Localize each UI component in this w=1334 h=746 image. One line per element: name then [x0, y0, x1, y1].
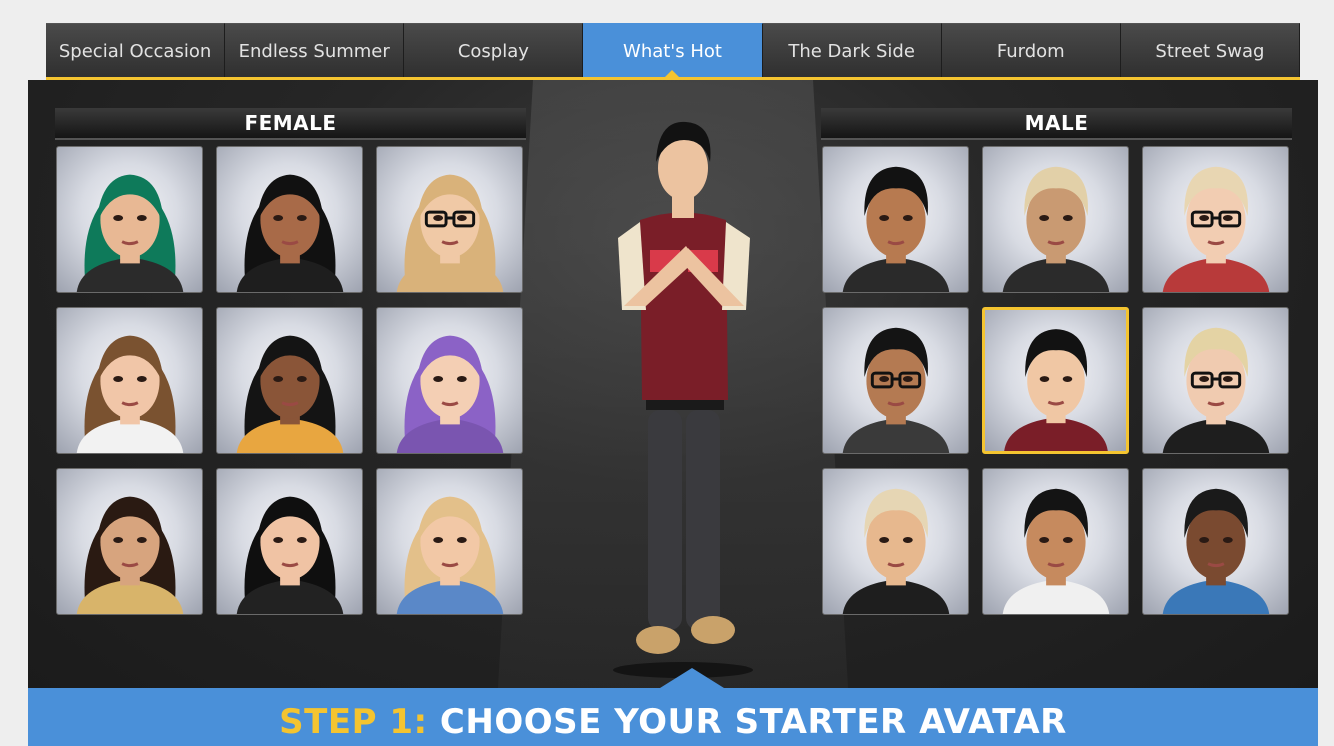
- avatar-portrait: [1162, 327, 1270, 453]
- tab-label: The Dark Side: [788, 40, 915, 62]
- female-avatar-9[interactable]: [376, 468, 523, 615]
- banner-caret: [660, 668, 724, 688]
- female-avatar-4[interactable]: [56, 307, 203, 454]
- avatar-preview-figure: [613, 121, 753, 678]
- female-avatar-1[interactable]: [56, 146, 203, 293]
- avatar-portrait: [76, 174, 184, 292]
- category-tabs: Special Occasion Endless Summer Cosplay Wha…: [46, 23, 1300, 78]
- avatar-portrait: [76, 335, 184, 453]
- avatar-preview: [588, 110, 778, 680]
- avatar-portrait: [1162, 488, 1270, 614]
- avatar-portrait: [76, 496, 184, 614]
- male-heading: MALE: [821, 108, 1292, 140]
- avatar-portrait: [1162, 166, 1270, 292]
- step-instruction: CHOOSE YOUR STARTER AVATAR: [427, 702, 1067, 742]
- app-root: Special Occasion Endless Summer Cosplay Wha…: [0, 0, 1334, 746]
- step-number: STEP 1:: [279, 702, 428, 742]
- tab-what-s-hot[interactable]: What's Hot: [583, 23, 763, 78]
- male-avatar-7[interactable]: [822, 468, 969, 615]
- avatar-portrait: [1004, 329, 1108, 451]
- female-heading: FEMALE: [55, 108, 526, 140]
- avatar-stage: FEMALE MALE: [28, 80, 1318, 688]
- male-avatar-8[interactable]: [982, 468, 1129, 615]
- male-avatar-6[interactable]: [1142, 307, 1289, 454]
- tab-the-dark-side[interactable]: The Dark Side: [762, 23, 942, 78]
- tab-label: What's Hot: [623, 40, 722, 62]
- tab-label: Cosplay: [457, 40, 529, 62]
- tab-cosplay[interactable]: Cosplay: [404, 23, 584, 78]
- female-avatar-7[interactable]: [56, 468, 203, 615]
- female-avatar-8[interactable]: [216, 468, 363, 615]
- avatar-portrait: [1002, 488, 1110, 614]
- avatar-portrait: [1002, 166, 1110, 292]
- female-avatar-2[interactable]: [216, 146, 363, 293]
- avatar-portrait: [842, 488, 950, 614]
- male-avatar-2[interactable]: [982, 146, 1129, 293]
- female-avatar-3[interactable]: [376, 146, 523, 293]
- male-avatar-9[interactable]: [1142, 468, 1289, 615]
- male-avatar-5[interactable]: [982, 307, 1129, 454]
- avatar-portrait: [396, 496, 504, 614]
- tab-label: Special Occasion: [58, 40, 212, 62]
- tab-special-occasion[interactable]: Special Occasion: [46, 23, 226, 78]
- male-avatar-4[interactable]: [822, 307, 969, 454]
- tab-street-swag[interactable]: Street Swag: [1120, 23, 1300, 78]
- tab-label: Street Swag: [1155, 40, 1265, 62]
- tab-furdom[interactable]: Furdom: [941, 23, 1121, 78]
- avatar-portrait: [396, 174, 504, 292]
- female-avatar-6[interactable]: [376, 307, 523, 454]
- avatar-portrait: [842, 166, 950, 292]
- tab-endless-summer[interactable]: Endless Summer: [225, 23, 405, 78]
- male-avatar-3[interactable]: [1142, 146, 1289, 293]
- female-avatar-grid: [56, 146, 523, 615]
- step-banner: STEP 1: CHOOSE YOUR STARTER AVATAR: [28, 688, 1318, 746]
- avatar-portrait: [236, 496, 344, 614]
- avatar-portrait: [842, 327, 950, 453]
- male-avatar-1[interactable]: [822, 146, 969, 293]
- male-avatar-grid: [822, 146, 1289, 615]
- avatar-portrait: [236, 335, 344, 453]
- avatar-portrait: [236, 174, 344, 292]
- step-banner-text: STEP 1: CHOOSE YOUR STARTER AVATAR: [279, 702, 1067, 742]
- female-avatar-5[interactable]: [216, 307, 363, 454]
- tab-label: Furdom: [996, 40, 1065, 62]
- tab-label: Endless Summer: [238, 40, 390, 62]
- avatar-portrait: [396, 335, 504, 453]
